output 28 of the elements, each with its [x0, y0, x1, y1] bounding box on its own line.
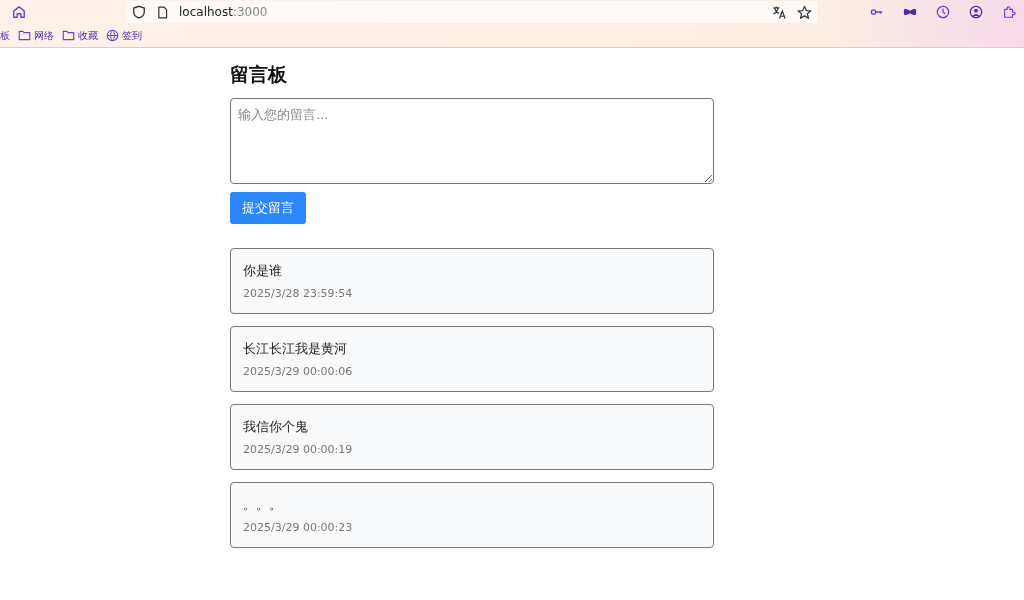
message-text: 长江长江我是黄河	[243, 340, 348, 358]
message-time: 2025/3/29 00:00:06	[243, 365, 354, 378]
address-bar[interactable]: localhost:3000	[126, 1, 818, 23]
bookmark-item[interactable]: 板	[0, 28, 10, 43]
bookmark-item[interactable]: 收藏	[62, 28, 98, 43]
home-icon[interactable]	[12, 5, 26, 19]
submit-button[interactable]: 提交留言	[230, 192, 306, 224]
translate-icon[interactable]	[772, 4, 787, 20]
account-icon[interactable]	[969, 5, 983, 19]
folder-icon	[62, 29, 75, 42]
message-input[interactable]: 输入您的留言...	[230, 98, 714, 184]
bookmark-item[interactable]: 签到	[106, 28, 142, 43]
shield-icon[interactable]	[132, 5, 146, 19]
message-text: 。。。	[243, 496, 283, 514]
clock-icon[interactable]	[936, 5, 950, 19]
globe-icon	[106, 29, 119, 42]
extensions-icon[interactable]	[1002, 5, 1016, 19]
bookmark-item[interactable]: 网络	[18, 28, 54, 43]
message-time: 2025/3/29 00:00:23	[243, 521, 354, 534]
message-time: 2025/3/28 23:59:54	[243, 287, 354, 300]
message-text: 我信你个鬼	[243, 418, 309, 436]
page-title: 留言板	[230, 62, 288, 87]
star-icon[interactable]	[797, 4, 812, 20]
message-text: 你是谁	[243, 262, 283, 280]
message-time: 2025/3/29 00:00:19	[243, 443, 354, 456]
url-text: localhost:3000	[179, 5, 268, 19]
folder-icon	[18, 29, 31, 42]
page-icon	[156, 5, 169, 19]
